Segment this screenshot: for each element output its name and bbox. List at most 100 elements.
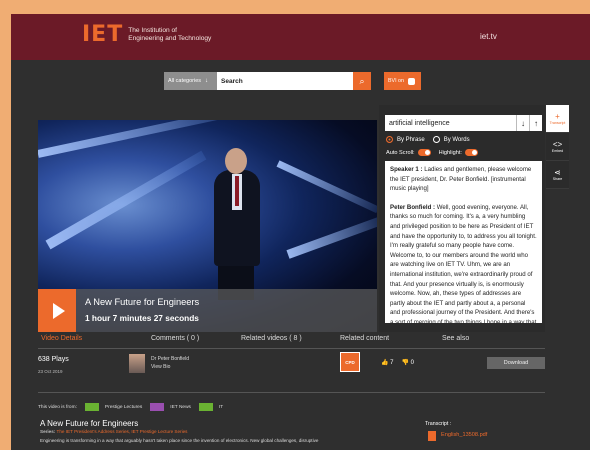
tab-related-videos[interactable]: Related videos ( 8 ) <box>241 335 302 342</box>
stage-light-beam <box>38 120 235 158</box>
by-phrase-label: By Phrase <box>397 137 425 144</box>
it-channel-icon <box>198 403 213 411</box>
stage-light-beam <box>276 160 377 214</box>
by-words-radio[interactable]: By Words <box>432 136 470 144</box>
auto-scroll-toggle[interactable]: Auto Scroll: <box>386 149 431 156</box>
arrow-up-icon[interactable]: ↑ <box>529 115 542 131</box>
search-mode-options: By Phrase By Words <box>386 136 470 143</box>
by-phrase-radio[interactable]: By Phrase <box>386 136 425 143</box>
video-title: A New Future for Engineers <box>85 297 200 307</box>
channel-iet-news[interactable]: IET News <box>170 405 191 410</box>
publish-date: 23 Oct 2019 <box>38 369 63 374</box>
tab-video-details[interactable]: Video Details <box>41 335 82 342</box>
transcript-tool-label: Transcript <box>549 120 566 125</box>
share-icon: ⋖ <box>554 167 561 177</box>
tab-see-also[interactable]: See also <box>442 335 469 342</box>
iet-logo[interactable]: IET The Institution of Engineering and T… <box>82 22 211 47</box>
bvi-label: BVI on <box>388 78 404 84</box>
tabs-divider <box>38 348 545 349</box>
transcript-pdf-link[interactable]: English_13508.pdf <box>441 432 487 438</box>
site-header: IET The Institution of Engineering and T… <box>11 14 590 60</box>
chevron-down-icon: ↓ <box>205 78 209 84</box>
code-icon: <> <box>552 139 563 149</box>
description-text: Engineering is transforming in a way tha… <box>40 438 319 443</box>
speaker-info: Dr Peter Bonfield View Bio <box>151 355 189 371</box>
channel-row: This video is from: Prestige Lectures IE… <box>38 401 223 413</box>
transcript-entry: Peter Bonfield : Well, good evening, eve… <box>390 203 537 323</box>
video-meta-row: 638 Plays 23 Oct 2019 Dr Peter Bonfield … <box>38 352 545 380</box>
meta-divider <box>38 392 545 393</box>
like-button[interactable]: 👍 7 <box>381 359 394 366</box>
stage-light-beam <box>286 216 377 259</box>
plus-icon: + <box>555 111 560 121</box>
series-line: Series: The IET President's Address Seri… <box>40 429 187 434</box>
logo-line2: Engineering and Technology <box>128 34 212 42</box>
tab-related-content[interactable]: Related content <box>340 335 389 342</box>
play-icon <box>52 302 65 319</box>
transcript-search[interactable]: artificial intelligence ↓ ↑ <box>385 115 542 131</box>
speaker-label: Peter Bonfield : <box>390 203 436 211</box>
search-bar: All categories ↓ ⌕ <box>164 72 371 90</box>
radio-icon <box>432 136 440 143</box>
transcript-entry: Speaker 1 : Ladies and gentlemen, please… <box>390 165 537 194</box>
presenter-head <box>225 148 247 174</box>
description-title: A New Future for Engineers <box>40 419 139 428</box>
transcript-toggles: Auto Scroll: Highlight: <box>386 149 478 156</box>
transcript-panel: artificial intelligence ↓ ↑ By Phrase By… <box>379 105 545 332</box>
channel-it[interactable]: IT <box>219 405 223 410</box>
orange-border <box>292 0 590 14</box>
like-count: 7 <box>390 360 394 366</box>
toggle-on-icon <box>464 149 478 156</box>
series-label: Series: <box>40 429 56 434</box>
prestige-lectures-icon <box>84 403 99 411</box>
transcript-tool-button[interactable]: + Transcript <box>546 105 569 133</box>
channel-label: This video is from: <box>38 404 77 410</box>
speaker-label: Speaker 1 : <box>390 166 423 173</box>
highlight-label: Highlight: <box>438 149 462 156</box>
bvi-toggle-icon <box>407 77 415 85</box>
transcript-line: Well, good evening, everyone. All, thank… <box>390 203 537 323</box>
rating-controls: 👍 7 👎 0 <box>381 359 414 366</box>
highlight-toggle[interactable]: Highlight: <box>439 149 478 156</box>
view-bio-link[interactable]: View Bio <box>151 364 170 370</box>
search-input[interactable] <box>217 72 353 90</box>
tab-comments[interactable]: Comments ( 0 ) <box>151 335 199 342</box>
site-link[interactable]: iet.tv <box>480 32 497 41</box>
presenter-tie <box>235 176 239 206</box>
series-links[interactable]: The IET President's Address Series, IET … <box>57 429 188 434</box>
play-button[interactable] <box>38 289 76 332</box>
by-words-label: By Words <box>443 137 470 144</box>
logo-text: The Institution of Engineering and Techn… <box>128 27 211 43</box>
embed-tool-button[interactable]: <> Embed <box>546 133 569 161</box>
auto-scroll-label: Auto Scroll: <box>386 149 415 156</box>
cpd-badge[interactable]: CPD <box>340 352 360 372</box>
video-player[interactable]: A New Future for Engineers 1 hour 7 minu… <box>38 120 377 332</box>
logo-line1: The Institution of <box>128 26 177 34</box>
search-button[interactable]: ⌕ <box>353 72 371 90</box>
stage-light-beam <box>45 150 207 250</box>
dislike-count: 0 <box>410 360 414 366</box>
channel-prestige-lectures[interactable]: Prestige Lectures <box>105 405 142 410</box>
logo-mark: IET <box>82 22 124 47</box>
iet-tv-page: IET The Institution of Engineering and T… <box>11 14 590 450</box>
download-button[interactable]: Download <box>487 357 545 369</box>
radio-selected-icon <box>386 136 393 143</box>
share-tool-label: Share <box>552 176 563 181</box>
thumbs-up-icon: 👍 <box>381 360 389 366</box>
search-icon: ⌕ <box>359 75 365 86</box>
dislike-button[interactable]: 👎 0 <box>402 359 415 366</box>
speaker-avatar[interactable] <box>129 354 145 373</box>
thumbs-down-icon: 👎 <box>401 360 409 366</box>
transcript-text[interactable]: Speaker 1 : Ladies and gentlemen, please… <box>385 161 542 323</box>
transcript-search-input[interactable]: artificial intelligence <box>385 120 516 127</box>
category-select[interactable]: All categories ↓ <box>164 72 217 90</box>
pdf-icon <box>428 431 436 441</box>
transcript-download-label: Transcript : <box>425 421 452 427</box>
side-toolbar: + Transcript <> Embed ⋖ Share <box>546 105 569 189</box>
arrow-down-icon[interactable]: ↓ <box>516 115 529 131</box>
details-tabs: Video Details Comments ( 0 ) Related vid… <box>38 332 545 348</box>
bvi-toggle-button[interactable]: BVI on <box>384 72 421 90</box>
share-tool-button[interactable]: ⋖ Share <box>546 161 569 189</box>
player-info-bar: A New Future for Engineers 1 hour 7 minu… <box>38 289 377 332</box>
play-count: 638 Plays <box>38 356 69 363</box>
